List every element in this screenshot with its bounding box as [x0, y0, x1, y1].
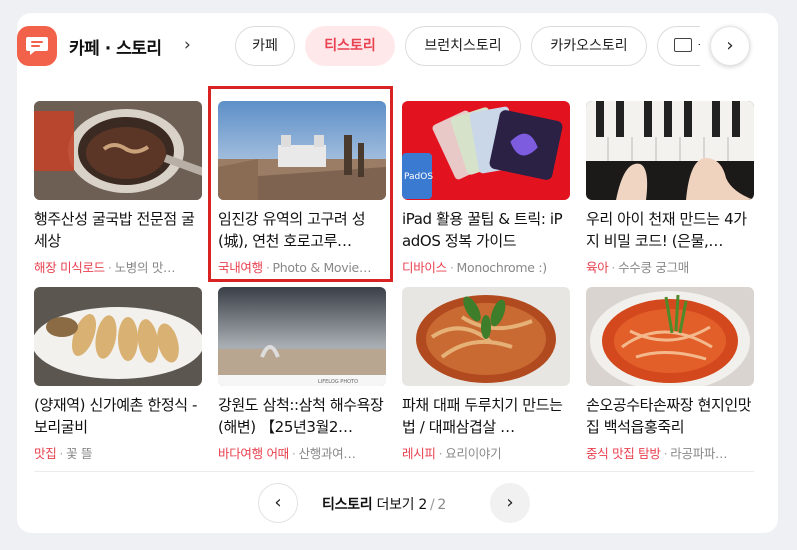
meta-separator: ·: [449, 260, 454, 275]
item-title[interactable]: 파채 대패 두루치기 만드는 법 / 대패삼겹살 …: [402, 394, 570, 438]
pager-total: 2: [437, 497, 447, 513]
pager-prev-button[interactable]: ‹: [258, 483, 298, 523]
list-item[interactable]: 행주산성 굴국밥 전문점 굴세상 해장 미식로드 · 노병의 맛…: [34, 101, 202, 276]
thumbnail-image: [218, 101, 386, 200]
pager-suffix: 더보기: [376, 497, 415, 513]
item-title[interactable]: 강원도 삼척::삼척 해수욕장(해변) 【25년3월2…: [218, 394, 386, 438]
item-meta: 바다여행 어때 · 산행과여…: [218, 443, 386, 462]
thumbnail-image: [34, 101, 202, 200]
thumbnail-image: [402, 287, 570, 386]
item-category[interactable]: 바다여행 어때: [218, 446, 289, 461]
item-meta: 해장 미식로드 · 노병의 맛…: [34, 257, 202, 276]
tab-brunch-story[interactable]: 브런치스토리: [405, 26, 521, 66]
thumb-watermark: LIFELOG PHOTO: [318, 379, 358, 385]
item-meta: 맛집 · 꽃 뜰: [34, 443, 202, 462]
meta-separator: ·: [611, 260, 616, 275]
item-meta: 육아 · 수수쿵 궁그매: [586, 257, 754, 276]
pager-label: 티스토리: [322, 497, 373, 513]
list-item[interactable]: PadOS iPad 활용 꿀팁 & 트릭: iPadOS 정복 가이드 디바이…: [402, 101, 570, 276]
item-meta: 중식 맛집 탐방 · 라공파파…: [586, 443, 754, 462]
ipad-label: PadOS: [404, 172, 433, 182]
item-title[interactable]: 임진강 유역의 고구려 성(城), 연천 호로고루…: [218, 208, 386, 252]
item-meta: 국내여행 · Photo & Movie…: [218, 257, 386, 276]
divider: [34, 471, 754, 472]
item-title[interactable]: 우리 아이 천재 만드는 4가지 비밀 코드! (은물,…: [586, 208, 754, 252]
item-category[interactable]: 레시피: [402, 446, 436, 461]
item-category[interactable]: 육아: [586, 260, 609, 275]
section-title[interactable]: 카페 · 스토리: [69, 34, 162, 59]
book-icon: [674, 38, 692, 52]
item-blog[interactable]: Monochrome :): [457, 260, 548, 275]
item-title[interactable]: 행주산성 굴국밥 전문점 굴세상: [34, 208, 202, 252]
item-blog[interactable]: 산행과여…: [299, 446, 356, 461]
tab-tistory[interactable]: 티스토리: [305, 26, 395, 66]
list-item[interactable]: 파채 대패 두루치기 만드는 법 / 대패삼겹살 … 레시피 · 요리이야기: [402, 287, 570, 462]
chevron-right-icon[interactable]: ›: [184, 35, 191, 55]
item-category[interactable]: 맛집: [34, 446, 57, 461]
tab-more[interactable]: 웅: [657, 26, 700, 66]
pager-next-button[interactable]: ›: [490, 483, 530, 523]
tab-kakao-story[interactable]: 카카오스토리: [531, 26, 647, 66]
item-category[interactable]: 국내여행: [218, 260, 263, 275]
tab-cafe[interactable]: 카페: [235, 26, 295, 66]
item-meta: 디바이스 · Monochrome :): [402, 257, 570, 276]
meta-separator: ·: [59, 446, 64, 461]
item-blog[interactable]: 요리이야기: [445, 446, 501, 461]
list-item[interactable]: (양재역) 신가예촌 한정식 - 보리굴비 맛집 · 꽃 뜰: [34, 287, 202, 462]
item-blog[interactable]: 꽃 뜰: [66, 446, 92, 461]
item-blog[interactable]: Photo & Movie…: [273, 260, 372, 275]
item-blog[interactable]: 수수쿵 궁그매: [618, 260, 689, 275]
list-item[interactable]: 손오공수타손짜장 현지인맛집 백석읍홍죽리 중식 맛집 탐방 · 라공파파…: [586, 287, 754, 462]
thumbnail-image: PadOS: [402, 101, 570, 200]
pager-separator: /: [430, 497, 435, 513]
meta-separator: ·: [438, 446, 443, 461]
tab-more-label: 웅: [698, 38, 700, 54]
item-title[interactable]: iPad 활용 꿀팁 & 트릭: iPadOS 정복 가이드: [402, 208, 570, 252]
kakao-story-logo-icon[interactable]: [17, 26, 57, 66]
card-header: 카페 · 스토리 › 카페 티스토리 브런치스토리 카카오스토리 웅 ›: [17, 26, 750, 66]
thumbnail-image: [586, 287, 754, 386]
item-blog[interactable]: 라공파파…: [670, 446, 727, 461]
item-blog[interactable]: 노병의 맛…: [115, 260, 176, 275]
list-item[interactable]: 우리 아이 천재 만드는 4가지 비밀 코드! (은물,… 육아 · 수수쿵 궁그매: [586, 101, 754, 276]
pager-current: 2: [418, 497, 427, 513]
list-item[interactable]: LIFELOG PHOTO 강원도 삼척::삼척 해수욕장(해변) 【25년3월…: [218, 287, 386, 462]
meta-separator: ·: [107, 260, 112, 275]
item-meta: 레시피 · 요리이야기: [402, 443, 570, 462]
meta-separator: ·: [265, 260, 270, 275]
pager-status[interactable]: 티스토리 더보기 2/2: [322, 494, 446, 514]
item-title[interactable]: (양재역) 신가예촌 한정식 - 보리굴비: [34, 394, 202, 438]
thumbnail-image: LIFELOG PHOTO: [218, 287, 386, 386]
item-category[interactable]: 중식 맛집 탐방: [586, 446, 661, 461]
tab-bar: 카페 티스토리 브런치스토리 카카오스토리 웅: [220, 26, 700, 66]
list-item[interactable]: 임진강 유역의 고구려 성(城), 연천 호로고루… 국내여행 · Photo & …: [218, 101, 386, 276]
meta-separator: ·: [291, 446, 296, 461]
item-category[interactable]: 해장 미식로드: [34, 260, 105, 275]
item-category[interactable]: 디바이스: [402, 260, 447, 275]
tabs-next-button[interactable]: ›: [710, 26, 750, 66]
meta-separator: ·: [663, 446, 668, 461]
thumbnail-image: [586, 101, 754, 200]
item-title[interactable]: 손오공수타손짜장 현지인맛집 백석읍홍죽리: [586, 394, 754, 438]
thumbnail-image: [34, 287, 202, 386]
